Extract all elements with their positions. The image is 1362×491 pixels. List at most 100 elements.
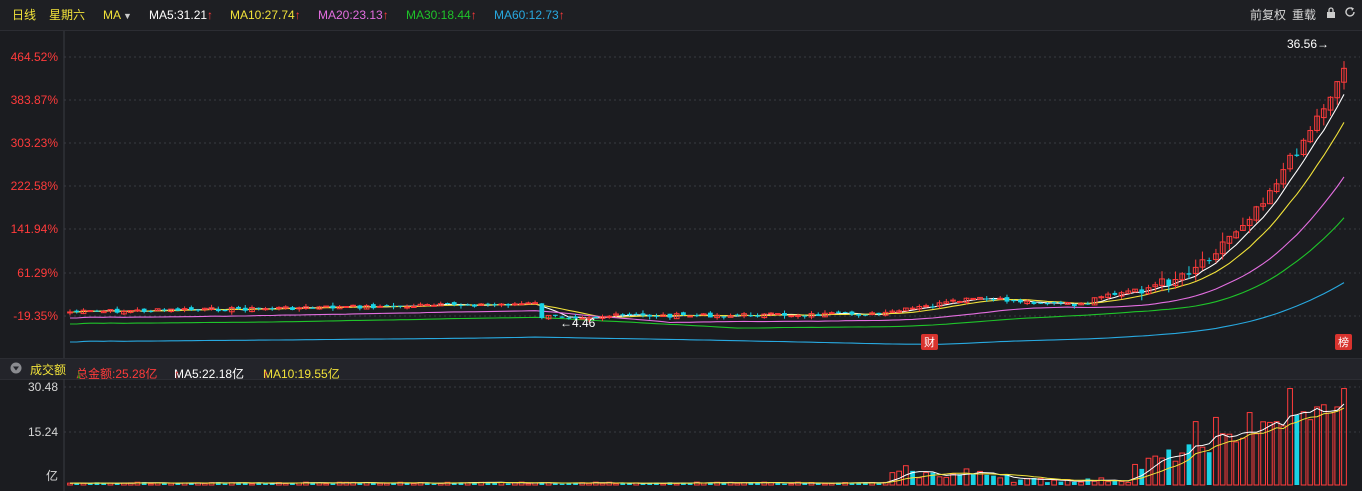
candle-body-up bbox=[134, 309, 141, 312]
candle-body-down bbox=[451, 302, 457, 305]
volume-bar-up bbox=[410, 482, 417, 486]
ma10-up-arrow: ↑ bbox=[294, 8, 301, 22]
ma10-value: MA10:27.74↑ bbox=[230, 8, 301, 22]
volume-chart[interactable]: 30.48 15.24 亿 bbox=[0, 379, 1362, 491]
candle-body-down bbox=[74, 310, 80, 313]
volume-bar-down bbox=[357, 483, 363, 485]
candle-body-down bbox=[1058, 302, 1064, 304]
candle-body-down bbox=[148, 311, 154, 313]
indicator-label: MA bbox=[103, 8, 121, 22]
candle-body-up bbox=[956, 300, 963, 303]
candle-body-down bbox=[856, 314, 862, 316]
volume-bar-up bbox=[282, 483, 289, 486]
volume-bar-up bbox=[525, 483, 532, 486]
y-tick-label: 222.58% bbox=[11, 179, 59, 193]
volume-bar-up bbox=[660, 483, 667, 486]
candle-body-up bbox=[276, 306, 282, 309]
candle-body-up bbox=[525, 302, 532, 305]
candle-body-down bbox=[539, 303, 545, 318]
volume-bar-down bbox=[552, 483, 558, 485]
volume-bar-up bbox=[1152, 455, 1159, 486]
lock-icon[interactable] bbox=[1326, 7, 1336, 22]
candle-body-down bbox=[1031, 301, 1037, 304]
volume-bar-up bbox=[1179, 452, 1186, 486]
volume-bar-up bbox=[1199, 446, 1206, 486]
candle-body-down bbox=[141, 308, 147, 312]
ma60-value: MA60:12.73↑ bbox=[494, 8, 565, 22]
weekday-label: 星期六 bbox=[49, 8, 86, 22]
volume-bar-down bbox=[984, 474, 990, 485]
volume-bar-down bbox=[431, 483, 437, 485]
volume-bar-down bbox=[687, 483, 693, 485]
candle-body-down bbox=[1051, 302, 1057, 304]
candlestick-chart[interactable]: 464.52% 383.87% 303.23% 222.58% 141.94% 61.29… bbox=[0, 31, 1362, 358]
candle-body-down bbox=[222, 309, 228, 312]
volume-bar-up bbox=[1320, 404, 1327, 486]
volume-bar-up bbox=[586, 482, 592, 486]
chart-header: 日线 星期六 MA ▼ MA5:31.21↑ MA10:27.74↑ MA20:2… bbox=[0, 0, 1362, 31]
volume-bar-up bbox=[1172, 460, 1179, 486]
volume-bar-down bbox=[559, 483, 565, 485]
candle-body-down bbox=[640, 313, 646, 316]
y-tick-label: 61.29% bbox=[17, 266, 58, 280]
candle-body-down bbox=[1112, 292, 1118, 295]
candle-body-down bbox=[627, 313, 632, 316]
candle-body-down bbox=[458, 304, 464, 306]
candle-body-down bbox=[552, 314, 558, 316]
candle-body-up bbox=[87, 310, 94, 313]
candle-body-up bbox=[343, 305, 350, 308]
vol-y-tick-label: 30.48 bbox=[28, 380, 58, 394]
volume-bar-up bbox=[889, 472, 896, 486]
volume-bar-down bbox=[1072, 481, 1077, 485]
candle-body-down bbox=[357, 305, 363, 309]
volume-bar-up bbox=[1010, 481, 1017, 486]
candle-body-down bbox=[445, 302, 450, 304]
volume-bar-up bbox=[1125, 481, 1132, 486]
candle-body-up bbox=[606, 315, 613, 318]
candle-body-down bbox=[863, 314, 868, 316]
vol-y-tick-label: 15.24 bbox=[28, 425, 58, 439]
candle-body-down bbox=[654, 315, 659, 317]
volume-bar-down bbox=[222, 483, 228, 485]
refresh-icon[interactable] bbox=[1344, 6, 1356, 21]
candle-body-down bbox=[748, 315, 754, 317]
forward-adjust-button[interactable]: 前复权 bbox=[1250, 8, 1286, 22]
volume-bar-up bbox=[613, 483, 619, 486]
volume-bar-up bbox=[383, 482, 390, 486]
volume-bar-up bbox=[1219, 433, 1226, 486]
candle-body-down bbox=[991, 299, 996, 301]
candle-body-down bbox=[492, 304, 498, 306]
candle-body-down bbox=[842, 312, 848, 314]
collapse-icon[interactable] bbox=[10, 362, 22, 377]
candle-body-down bbox=[397, 305, 403, 307]
candle-body-down bbox=[802, 315, 808, 317]
candle-body-down bbox=[721, 316, 727, 318]
volume-bar-up bbox=[822, 483, 828, 486]
volume-bar-down bbox=[1186, 444, 1192, 485]
volume-bar-up bbox=[1314, 406, 1320, 486]
candle-body-up bbox=[909, 307, 916, 310]
ma20-value: MA20:23.13↑ bbox=[318, 8, 389, 22]
ma60-label: MA60:12.73 bbox=[494, 8, 559, 22]
period-tab[interactable]: 日线 bbox=[12, 8, 36, 22]
candle-body-down bbox=[633, 313, 639, 315]
volume-bar-up bbox=[1051, 479, 1058, 486]
candle-body-down bbox=[188, 307, 194, 311]
candle-body-down bbox=[465, 304, 471, 306]
reload-button[interactable]: 重载 bbox=[1292, 8, 1316, 22]
min-price-label: ←4.46 bbox=[560, 316, 596, 330]
y-tick-label: 303.23% bbox=[11, 136, 59, 150]
volume-bar-up bbox=[201, 482, 208, 486]
candle-body-down bbox=[236, 306, 241, 309]
volume-bar-down bbox=[1018, 479, 1023, 485]
candle-body-down bbox=[391, 305, 396, 307]
y-tick-label: 141.94% bbox=[11, 222, 59, 236]
indicator-dropdown[interactable]: MA ▼ bbox=[103, 8, 132, 23]
volume-bar-up bbox=[1334, 406, 1341, 486]
volume-bar-up bbox=[1091, 480, 1098, 486]
candle-body-down bbox=[384, 305, 390, 307]
volume-bar-up bbox=[1327, 412, 1334, 486]
candle-body-down bbox=[1004, 297, 1010, 302]
candle-body-down bbox=[195, 309, 201, 311]
candle-body-down bbox=[1018, 299, 1023, 303]
